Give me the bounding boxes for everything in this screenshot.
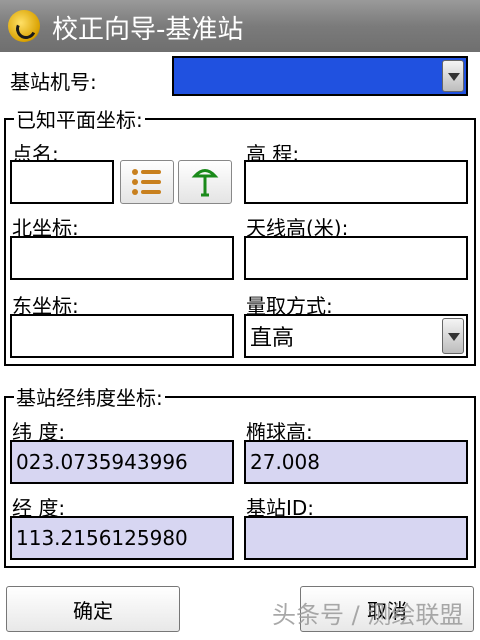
station-id-label: 基站机号:: [10, 70, 97, 94]
point-list-button[interactable]: [120, 160, 174, 204]
measure-method-select[interactable]: 直高: [244, 314, 468, 358]
ok-button[interactable]: 确定: [6, 586, 180, 632]
lat-lon-group-title: 基站经纬度坐标:: [14, 382, 165, 411]
latitude-field[interactable]: 023.0735943996: [10, 440, 234, 484]
watermark: 头条号 / 测绘联盟: [272, 601, 464, 629]
latitude-value: 023.0735943996: [16, 450, 188, 474]
base-id-field[interactable]: [244, 516, 468, 560]
window-title: 校正向导-基准站: [52, 15, 244, 45]
east-input[interactable]: [10, 314, 234, 358]
point-name-input[interactable]: [10, 160, 114, 204]
list-icon: [132, 169, 161, 195]
chevron-down-icon[interactable]: [442, 318, 464, 354]
ellipsoid-height-value: 27.008: [250, 450, 320, 474]
antenna-height-input[interactable]: [244, 236, 468, 280]
station-id-select[interactable]: [172, 56, 468, 96]
measure-method-value: 直高: [250, 326, 295, 351]
longitude-field[interactable]: 113.2156125980: [10, 516, 234, 560]
app-logo-icon[interactable]: [8, 10, 40, 42]
title-bar: 校正向导-基准站: [0, 0, 480, 52]
elevation-input[interactable]: [244, 160, 468, 204]
known-plane-group-title: 已知平面坐标:: [14, 104, 145, 133]
ellipsoid-height-field[interactable]: 27.008: [244, 440, 468, 484]
chevron-down-icon[interactable]: [442, 60, 464, 92]
north-input[interactable]: [10, 236, 234, 280]
longitude-value: 113.2156125980: [16, 526, 188, 550]
antenna-icon: [191, 169, 219, 197]
antenna-button[interactable]: [178, 160, 232, 204]
